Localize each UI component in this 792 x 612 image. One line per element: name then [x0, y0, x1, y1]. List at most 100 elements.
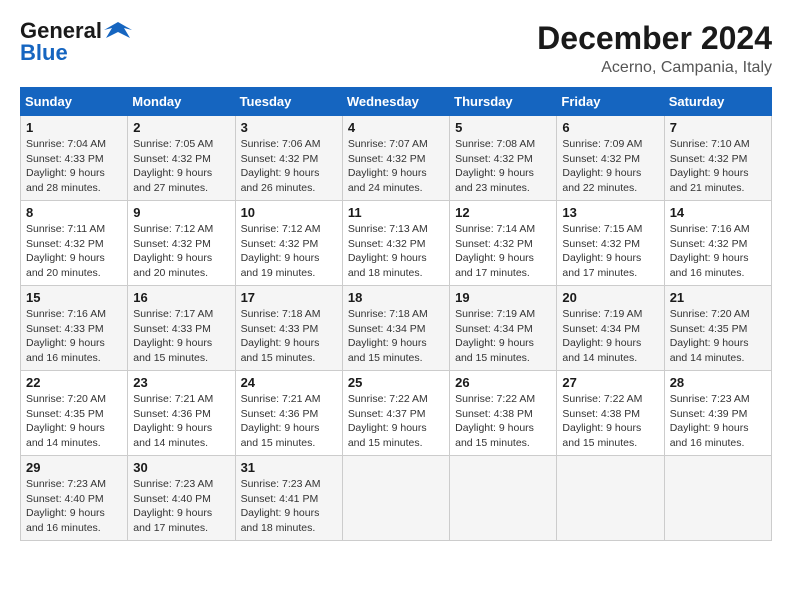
logo-text: General: [20, 20, 102, 42]
table-row: 28Sunrise: 7:23 AM Sunset: 4:39 PM Dayli…: [664, 371, 771, 456]
day-number: 15: [26, 290, 122, 305]
day-number: 24: [241, 375, 337, 390]
day-number: 11: [348, 205, 444, 220]
day-number: 8: [26, 205, 122, 220]
day-detail: Sunrise: 7:14 AM Sunset: 4:32 PM Dayligh…: [455, 222, 551, 281]
day-detail: Sunrise: 7:22 AM Sunset: 4:38 PM Dayligh…: [562, 392, 658, 451]
col-thursday: Thursday: [450, 88, 557, 116]
day-detail: Sunrise: 7:09 AM Sunset: 4:32 PM Dayligh…: [562, 137, 658, 196]
day-detail: Sunrise: 7:13 AM Sunset: 4:32 PM Dayligh…: [348, 222, 444, 281]
table-row: 9 Sunrise: 7:12 AM Sunset: 4:32 PM Daylig…: [128, 201, 235, 286]
table-row: 5Sunrise: 7:08 AM Sunset: 4:32 PM Daylig…: [450, 116, 557, 201]
table-row: 25Sunrise: 7:22 AM Sunset: 4:37 PM Dayli…: [342, 371, 449, 456]
title-block: December 2024 Acerno, Campania, Italy: [537, 20, 772, 77]
calendar-week-row: 22 Sunrise: 7:20 AM Sunset: 4:35 PM Dayli…: [21, 371, 772, 456]
day-number: 2: [133, 120, 229, 135]
col-friday: Friday: [557, 88, 664, 116]
table-row: 30 Sunrise: 7:23 AM Sunset: 4:40 PM Dayli…: [128, 456, 235, 541]
table-row: 1 Sunrise: 7:04 AM Sunset: 4:33 PM Daylig…: [21, 116, 128, 201]
calendar-week-row: 1 Sunrise: 7:04 AM Sunset: 4:33 PM Daylig…: [21, 116, 772, 201]
table-row: [450, 456, 557, 541]
table-row: 20Sunrise: 7:19 AM Sunset: 4:34 PM Dayli…: [557, 286, 664, 371]
day-detail: Sunrise: 7:19 AM Sunset: 4:34 PM Dayligh…: [455, 307, 551, 366]
day-number: 6: [562, 120, 658, 135]
day-detail: Sunrise: 7:23 AM Sunset: 4:39 PM Dayligh…: [670, 392, 766, 451]
day-number: 18: [348, 290, 444, 305]
day-number: 27: [562, 375, 658, 390]
col-sunday: Sunday: [21, 88, 128, 116]
day-detail: Sunrise: 7:23 AM Sunset: 4:40 PM Dayligh…: [133, 477, 229, 536]
table-row: 29Sunrise: 7:23 AM Sunset: 4:40 PM Dayli…: [21, 456, 128, 541]
day-number: 22: [26, 375, 122, 390]
day-detail: Sunrise: 7:21 AM Sunset: 4:36 PM Dayligh…: [241, 392, 337, 451]
day-number: 7: [670, 120, 766, 135]
table-row: 10Sunrise: 7:12 AM Sunset: 4:32 PM Dayli…: [235, 201, 342, 286]
table-row: 2 Sunrise: 7:05 AM Sunset: 4:32 PM Daylig…: [128, 116, 235, 201]
day-detail: Sunrise: 7:05 AM Sunset: 4:32 PM Dayligh…: [133, 137, 229, 196]
table-row: 26 Sunrise: 7:22 AM Sunset: 4:38 PM Dayli…: [450, 371, 557, 456]
day-detail: Sunrise: 7:18 AM Sunset: 4:34 PM Dayligh…: [348, 307, 444, 366]
table-row: 15 Sunrise: 7:16 AM Sunset: 4:33 PM Dayli…: [21, 286, 128, 371]
day-detail: Sunrise: 7:23 AM Sunset: 4:41 PM Dayligh…: [241, 477, 337, 536]
calendar-week-row: 15 Sunrise: 7:16 AM Sunset: 4:33 PM Dayli…: [21, 286, 772, 371]
day-number: 25: [348, 375, 444, 390]
table-row: 22 Sunrise: 7:20 AM Sunset: 4:35 PM Dayli…: [21, 371, 128, 456]
day-detail: Sunrise: 7:06 AM Sunset: 4:32 PM Dayligh…: [241, 137, 337, 196]
day-number: 26: [455, 375, 551, 390]
table-row: 31 Sunrise: 7:23 AM Sunset: 4:41 PM Dayli…: [235, 456, 342, 541]
day-detail: Sunrise: 7:16 AM Sunset: 4:32 PM Dayligh…: [670, 222, 766, 281]
table-row: 14 Sunrise: 7:16 AM Sunset: 4:32 PM Dayli…: [664, 201, 771, 286]
table-row: 21 Sunrise: 7:20 AM Sunset: 4:35 PM Dayli…: [664, 286, 771, 371]
day-number: 16: [133, 290, 229, 305]
day-number: 17: [241, 290, 337, 305]
calendar-header-row: Sunday Monday Tuesday Wednesday Thursday…: [21, 88, 772, 116]
table-row: 16 Sunrise: 7:17 AM Sunset: 4:33 PM Dayli…: [128, 286, 235, 371]
day-detail: Sunrise: 7:07 AM Sunset: 4:32 PM Dayligh…: [348, 137, 444, 196]
day-detail: Sunrise: 7:17 AM Sunset: 4:33 PM Dayligh…: [133, 307, 229, 366]
day-number: 23: [133, 375, 229, 390]
calendar-table: Sunday Monday Tuesday Wednesday Thursday…: [20, 87, 772, 541]
day-number: 19: [455, 290, 551, 305]
table-row: [342, 456, 449, 541]
table-row: 8 Sunrise: 7:11 AM Sunset: 4:32 PM Daylig…: [21, 201, 128, 286]
col-wednesday: Wednesday: [342, 88, 449, 116]
day-detail: Sunrise: 7:21 AM Sunset: 4:36 PM Dayligh…: [133, 392, 229, 451]
day-detail: Sunrise: 7:15 AM Sunset: 4:32 PM Dayligh…: [562, 222, 658, 281]
day-detail: Sunrise: 7:22 AM Sunset: 4:38 PM Dayligh…: [455, 392, 551, 451]
day-detail: Sunrise: 7:12 AM Sunset: 4:32 PM Dayligh…: [133, 222, 229, 281]
calendar-week-row: 8 Sunrise: 7:11 AM Sunset: 4:32 PM Daylig…: [21, 201, 772, 286]
day-number: 9: [133, 205, 229, 220]
table-row: 6 Sunrise: 7:09 AM Sunset: 4:32 PM Daylig…: [557, 116, 664, 201]
day-detail: Sunrise: 7:20 AM Sunset: 4:35 PM Dayligh…: [670, 307, 766, 366]
day-number: 3: [241, 120, 337, 135]
logo: General Blue: [20, 20, 132, 64]
day-detail: Sunrise: 7:16 AM Sunset: 4:33 PM Dayligh…: [26, 307, 122, 366]
day-number: 1: [26, 120, 122, 135]
day-number: 21: [670, 290, 766, 305]
table-row: 3 Sunrise: 7:06 AM Sunset: 4:32 PM Daylig…: [235, 116, 342, 201]
page-header: General Blue December 2024 Acerno, Campa…: [20, 20, 772, 77]
day-detail: Sunrise: 7:20 AM Sunset: 4:35 PM Dayligh…: [26, 392, 122, 451]
table-row: [664, 456, 771, 541]
day-number: 4: [348, 120, 444, 135]
col-tuesday: Tuesday: [235, 88, 342, 116]
day-number: 30: [133, 460, 229, 475]
col-saturday: Saturday: [664, 88, 771, 116]
day-detail: Sunrise: 7:11 AM Sunset: 4:32 PM Dayligh…: [26, 222, 122, 281]
table-row: 27 Sunrise: 7:22 AM Sunset: 4:38 PM Dayli…: [557, 371, 664, 456]
day-number: 31: [241, 460, 337, 475]
day-number: 12: [455, 205, 551, 220]
table-row: [557, 456, 664, 541]
table-row: 12 Sunrise: 7:14 AM Sunset: 4:32 PM Dayli…: [450, 201, 557, 286]
day-number: 14: [670, 205, 766, 220]
table-row: 4 Sunrise: 7:07 AM Sunset: 4:32 PM Daylig…: [342, 116, 449, 201]
day-detail: Sunrise: 7:04 AM Sunset: 4:33 PM Dayligh…: [26, 137, 122, 196]
table-row: 19 Sunrise: 7:19 AM Sunset: 4:34 PM Dayli…: [450, 286, 557, 371]
day-number: 5: [455, 120, 551, 135]
logo-bird-icon: [104, 20, 132, 42]
location: Acerno, Campania, Italy: [537, 59, 772, 77]
col-monday: Monday: [128, 88, 235, 116]
day-number: 13: [562, 205, 658, 220]
table-row: 18 Sunrise: 7:18 AM Sunset: 4:34 PM Dayli…: [342, 286, 449, 371]
day-detail: Sunrise: 7:18 AM Sunset: 4:33 PM Dayligh…: [241, 307, 337, 366]
